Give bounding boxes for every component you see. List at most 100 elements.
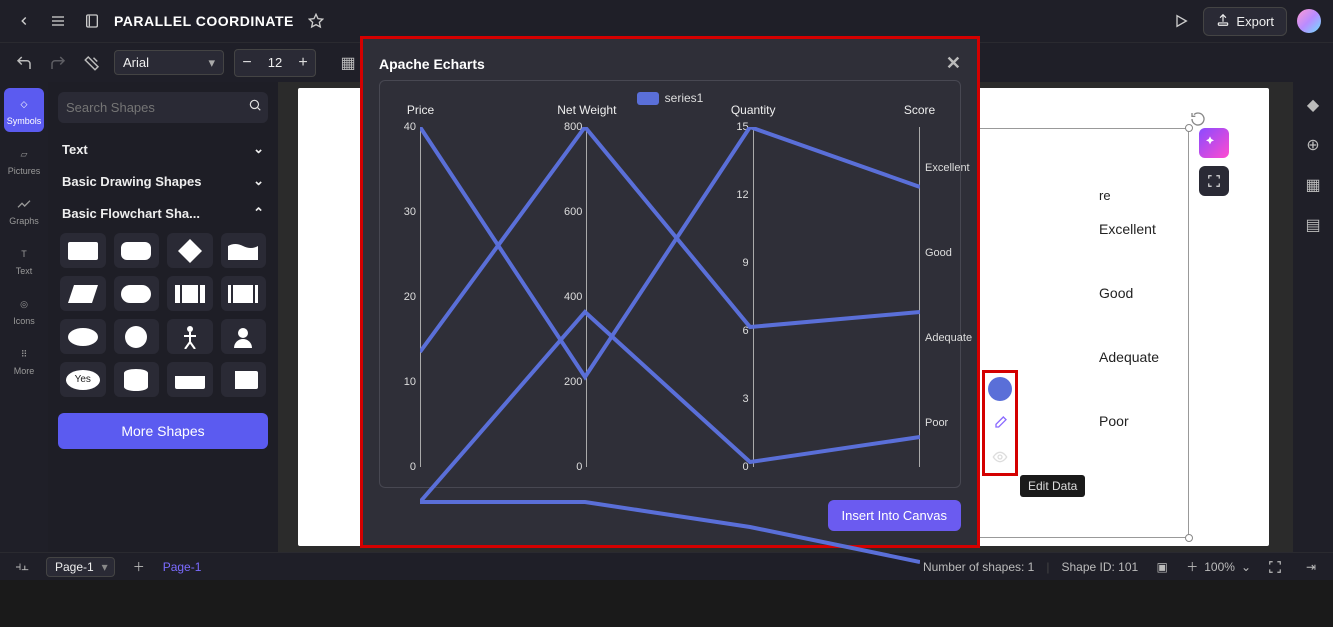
- undo-icon[interactable]: [12, 51, 36, 75]
- shape-card[interactable]: [167, 362, 213, 397]
- page-select-value: Page-1: [55, 560, 94, 574]
- shape-count: Number of shapes: 1: [923, 560, 1034, 574]
- align-icon[interactable]: ▦: [336, 51, 360, 75]
- search-icon: [248, 98, 262, 117]
- shape-ellipse[interactable]: [60, 319, 106, 354]
- section-basic-flowchart[interactable]: Basic Flowchart Sha...⌃: [58, 197, 268, 229]
- fullscreen-icon[interactable]: [1263, 555, 1287, 579]
- pages-icon[interactable]: ⫞⫠: [10, 555, 34, 579]
- font-size-decrease[interactable]: −: [235, 50, 259, 76]
- play-icon[interactable]: [1169, 9, 1193, 33]
- section-text[interactable]: Text⌄: [58, 133, 268, 165]
- chart-preview: series1 Price 40 30 20 10 0 Net Weight: [379, 80, 961, 488]
- rail-label: More: [14, 366, 35, 376]
- echarts-modal: Apache Echarts ✕ series1 Price 40 30 20 …: [363, 39, 977, 545]
- page-tab[interactable]: Page-1: [163, 560, 202, 574]
- series-color-button[interactable]: [988, 377, 1012, 401]
- section-title: Text: [62, 142, 88, 157]
- export-icon: [1216, 13, 1230, 30]
- view-button[interactable]: [988, 445, 1012, 469]
- axis-tick: Poor: [925, 417, 985, 429]
- shape-id: Shape ID: 101: [1061, 560, 1138, 574]
- font-family-select[interactable]: Arial: [114, 50, 224, 75]
- font-size-increase[interactable]: +: [291, 50, 315, 76]
- preview-label: Poor: [1099, 413, 1159, 429]
- add-page-icon[interactable]: ＋: [127, 555, 151, 579]
- font-size-input[interactable]: [259, 55, 291, 70]
- shape-rect[interactable]: [60, 233, 106, 268]
- fit-icon[interactable]: ▣: [1150, 555, 1174, 579]
- rail-icons[interactable]: ◎Icons: [4, 288, 44, 332]
- axis-tick: 10: [380, 376, 416, 388]
- axis-tick: 30: [380, 206, 416, 218]
- shape-diamond[interactable]: [167, 233, 213, 268]
- search-shapes[interactable]: [58, 92, 268, 123]
- shape-circle[interactable]: [114, 319, 160, 354]
- rotate-handle-icon[interactable]: [1190, 111, 1206, 127]
- axis-title: Score: [904, 103, 935, 117]
- shape-user[interactable]: [221, 319, 267, 354]
- page-select[interactable]: Page-1: [46, 557, 115, 577]
- export-button[interactable]: Export: [1203, 7, 1287, 36]
- chevron-up-icon: ⌃: [253, 205, 264, 221]
- rail-more[interactable]: ⠿ More: [4, 338, 44, 382]
- shape-yes[interactable]: Yes: [60, 362, 106, 397]
- focus-button[interactable]: [1199, 166, 1229, 196]
- shape-parallelogram[interactable]: [60, 276, 106, 311]
- graphs-icon: [14, 194, 34, 214]
- edit-data-button[interactable]: [988, 411, 1012, 435]
- shape-pill[interactable]: [114, 276, 160, 311]
- document-icon[interactable]: [80, 9, 104, 33]
- collapse-right-icon[interactable]: ⇥: [1299, 555, 1323, 579]
- symbols-icon: ◇: [14, 94, 34, 114]
- export-label: Export: [1236, 14, 1274, 29]
- shape-card2[interactable]: [221, 362, 267, 397]
- style-icon[interactable]: ◆: [1302, 94, 1324, 116]
- zoom-controls: ＋ 100% ⌄: [1186, 558, 1251, 575]
- rail-symbols[interactable]: ◇ Symbols: [4, 88, 44, 132]
- icons-icon: ◎: [14, 294, 34, 314]
- add-panel-icon[interactable]: ⊕: [1302, 134, 1324, 156]
- rail-label: Symbols: [7, 116, 42, 126]
- parallel-lines: [420, 127, 920, 627]
- right-rail: ◆ ⊕ ▦ ▤: [1293, 82, 1333, 552]
- section-basic-drawing[interactable]: Basic Drawing Shapes⌄: [58, 165, 268, 197]
- redo-icon[interactable]: [46, 51, 70, 75]
- axis-tick: 40: [380, 121, 416, 133]
- axis-tick: Good: [925, 247, 985, 259]
- search-input[interactable]: [66, 100, 242, 115]
- preview-header: re: [1099, 188, 1159, 203]
- canvas-preview-labels: re Excellent Good Adequate Poor: [1099, 188, 1159, 429]
- hamburger-icon[interactable]: [46, 9, 70, 33]
- user-avatar[interactable]: [1297, 9, 1321, 33]
- star-icon[interactable]: [304, 9, 328, 33]
- shape-barred2[interactable]: [221, 276, 267, 311]
- legend-label: series1: [665, 91, 704, 105]
- legend-swatch-icon: [637, 92, 659, 105]
- shape-rounded-rect[interactable]: [114, 233, 160, 268]
- more-shapes-button[interactable]: More Shapes: [58, 413, 268, 449]
- modal-title: Apache Echarts: [379, 56, 485, 72]
- rail-graphs[interactable]: Graphs: [4, 188, 44, 232]
- chevron-down-icon[interactable]: ⌄: [1241, 560, 1251, 574]
- back-icon[interactable]: [12, 9, 36, 33]
- shape-person[interactable]: [167, 319, 213, 354]
- rail-label: Text: [16, 266, 33, 276]
- grid-icon[interactable]: ▦: [1302, 174, 1324, 196]
- format-painter-icon[interactable]: [80, 51, 104, 75]
- shape-wave[interactable]: [221, 233, 267, 268]
- left-rail: ◇ Symbols ▱Pictures Graphs TText ◎Icons ⠿…: [0, 82, 48, 552]
- more-icon: ⠿: [14, 344, 34, 364]
- preview-label: Excellent: [1099, 221, 1159, 237]
- document-title: PARALLEL COORDINATE: [114, 13, 294, 29]
- ai-button[interactable]: [1199, 128, 1229, 158]
- zoom-plus-icon[interactable]: ＋: [1186, 558, 1198, 575]
- zoom-value: 100%: [1204, 560, 1235, 574]
- shape-barred[interactable]: [167, 276, 213, 311]
- note-icon[interactable]: ▤: [1302, 214, 1324, 236]
- shape-cylinder[interactable]: [114, 362, 160, 397]
- font-family-value: Arial: [123, 55, 149, 70]
- close-icon[interactable]: ✕: [946, 53, 961, 74]
- rail-text[interactable]: TText: [4, 238, 44, 282]
- rail-pictures[interactable]: ▱Pictures: [4, 138, 44, 182]
